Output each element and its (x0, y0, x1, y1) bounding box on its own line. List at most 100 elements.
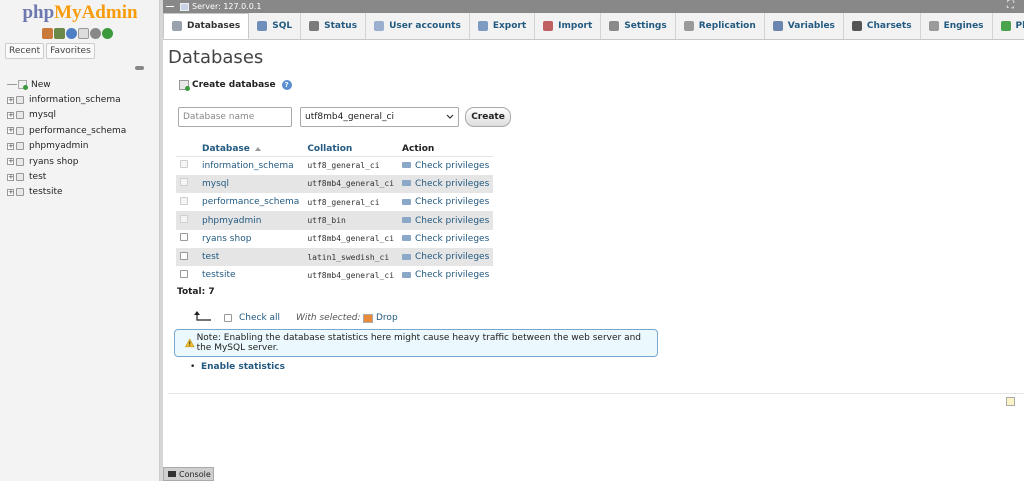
row-checkbox[interactable] (180, 233, 188, 242)
expand-plus-icon[interactable]: + (7, 111, 14, 119)
reload-icon[interactable] (102, 28, 113, 39)
expand-plus-icon[interactable]: + (7, 173, 14, 181)
check-privileges-link[interactable]: Check privileges (415, 270, 489, 280)
settings-gear-icon[interactable] (90, 28, 101, 39)
database-link[interactable]: test (202, 252, 219, 262)
main-panel: Databases Create database ? utf8mb4_gene… (163, 40, 1024, 481)
tree-item-database[interactable]: + testsite (7, 185, 157, 200)
drop-icon[interactable] (363, 314, 373, 323)
collation-cell: utf8mb4_general_ci (303, 174, 399, 194)
database-link[interactable]: ryans shop (202, 234, 251, 244)
tab-sql[interactable]: SQL (249, 13, 302, 39)
check-privileges-icon[interactable] (402, 180, 412, 187)
action-cell: Check privileges (398, 247, 494, 267)
tab-user-accounts[interactable]: User accounts (366, 13, 470, 39)
collation-cell: latin1_swedish_ci (303, 247, 399, 267)
tab-variables[interactable]: Variables (765, 13, 844, 39)
expand-plus-icon[interactable]: + (7, 188, 14, 196)
check-privileges-icon[interactable] (402, 235, 412, 242)
check-privileges-icon[interactable] (402, 253, 412, 260)
sort-by-collation-link[interactable]: Collation (307, 144, 352, 154)
sql-icon (257, 21, 268, 31)
action-cell: Check privileges (398, 157, 493, 175)
server-breadcrumb[interactable]: Server: 127.0.0.1 (192, 2, 262, 11)
drop-button[interactable]: Drop (376, 313, 398, 323)
database-link[interactable]: information_schema (202, 161, 294, 171)
recent-tab[interactable]: Recent (5, 43, 45, 59)
tab-plugins[interactable]: Plugins (993, 13, 1024, 39)
expand-plus-icon[interactable]: + (7, 96, 14, 104)
collation-cell: utf8mb4_general_ci (307, 270, 395, 280)
help-icon[interactable]: ? (281, 80, 292, 90)
tab-settings[interactable]: Settings (601, 13, 676, 39)
favorites-tab[interactable]: Favorites (46, 43, 95, 59)
expand-plus-icon[interactable]: + (7, 158, 14, 166)
tab-replication[interactable]: Replication (676, 13, 765, 39)
check-privileges-link[interactable]: Check privileges (415, 252, 489, 262)
database-link[interactable]: phpmyadmin (202, 216, 261, 226)
tree-item-database[interactable]: + information_schema (7, 92, 157, 107)
check-privileges-icon[interactable] (402, 198, 412, 205)
divider (168, 393, 1024, 394)
create-database-label: Create database (192, 80, 276, 90)
console-icon (168, 471, 176, 477)
check-privileges-icon[interactable] (402, 271, 412, 278)
header-action: Action (398, 142, 494, 157)
create-database-button[interactable]: Create (465, 107, 511, 127)
tab-status[interactable]: Status (301, 13, 367, 39)
row-checkbox[interactable] (180, 251, 188, 260)
check-privileges-link[interactable]: Check privileges (415, 216, 489, 226)
database-link[interactable]: mysql (202, 179, 229, 189)
check-privileges-link[interactable]: Check privileges (415, 179, 489, 189)
database-icon (16, 96, 24, 105)
console-toggle[interactable]: Console (163, 467, 214, 481)
phpmyadmin-logo[interactable]: phpMyAdmin (0, 2, 159, 24)
help-icon[interactable] (66, 28, 77, 39)
sort-by-database-link[interactable]: Database (202, 144, 250, 154)
collation-select[interactable]: utf8mb4_general_ci (300, 107, 459, 127)
tree-item-database[interactable]: + mysql (7, 108, 157, 123)
tree-item-database[interactable]: + ryans shop (7, 154, 157, 169)
database-icon (16, 188, 24, 197)
database-link[interactable]: testsite (202, 270, 236, 280)
collapse-nav-icon[interactable] (166, 6, 174, 7)
status-icon (309, 21, 320, 31)
tab-import[interactable]: Import (535, 13, 602, 39)
home-icon[interactable] (42, 28, 53, 39)
database-cell: ryans shop (198, 230, 303, 248)
fullscreen-icon[interactable]: ⛶ (1007, 0, 1014, 11)
create-database-icon (179, 80, 190, 91)
tab-databases[interactable]: Databases (163, 13, 250, 39)
logout-icon[interactable] (54, 28, 65, 39)
enable-statistics-link[interactable]: Enable statistics (201, 362, 285, 372)
tab-charsets[interactable]: Charsets (844, 13, 921, 39)
tab-engines[interactable]: Engines (921, 13, 993, 39)
tree-item-database[interactable]: + test (7, 169, 157, 184)
check-privileges-link[interactable]: Check privileges (415, 234, 489, 244)
statistics-notice: Note: Enabling the database statistics h… (174, 329, 658, 357)
tree-item-new[interactable]: New (7, 77, 157, 92)
header-database[interactable]: Database (198, 142, 304, 157)
check-all-checkbox[interactable] (224, 314, 232, 322)
tab-label: Settings (624, 21, 667, 31)
page-related-settings-icon[interactable] (1006, 397, 1015, 406)
check-privileges-link[interactable]: Check privileges (415, 197, 489, 207)
tree-item-database[interactable]: + performance_schema (7, 123, 157, 138)
tab-export[interactable]: Export (470, 13, 536, 39)
check-privileges-link[interactable]: Check privileges (415, 161, 489, 171)
table-row: performance_schema utf8_general_ci Check p… (176, 193, 493, 211)
check-all-label[interactable]: Check all (239, 313, 280, 323)
link-with-main-panel-icon[interactable] (135, 66, 144, 70)
tree-item-database[interactable]: + phpmyadmin (7, 139, 157, 154)
row-checkbox[interactable] (180, 269, 188, 278)
expand-plus-icon[interactable]: + (7, 142, 14, 150)
documentation-icon[interactable] (78, 28, 89, 39)
server-breadcrumb-bar: Server: 127.0.0.1 ⛶ (163, 0, 1024, 13)
database-name-input[interactable] (178, 107, 292, 127)
check-privileges-icon[interactable] (402, 162, 412, 169)
header-collation[interactable]: Collation (303, 142, 399, 157)
table-row: phpmyadmin utf8_bin Check privileges (176, 211, 494, 230)
expand-plus-icon[interactable]: + (7, 127, 14, 135)
check-privileges-icon[interactable] (402, 217, 412, 224)
database-link[interactable]: performance_schema (202, 197, 299, 207)
